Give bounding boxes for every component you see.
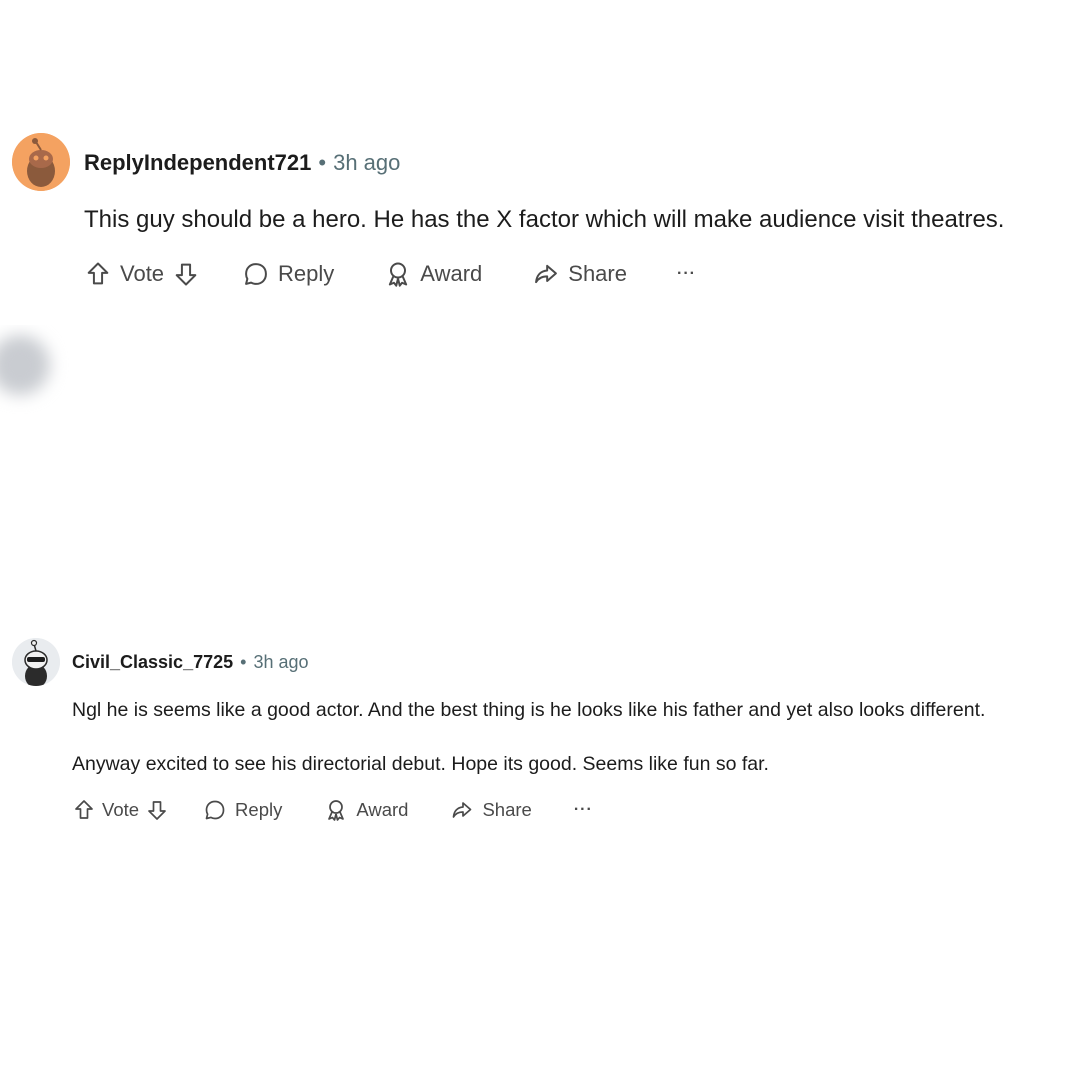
- username-link[interactable]: ReplyIndependent721: [84, 150, 311, 176]
- vote-group: Vote: [84, 260, 200, 288]
- reply-button[interactable]: Reply: [242, 260, 334, 288]
- reply-button[interactable]: Reply: [203, 798, 282, 822]
- comment-actions: Vote Reply Award Share ···: [84, 260, 696, 288]
- reply-label: Reply: [278, 261, 335, 286]
- blurred-avatar: [0, 335, 50, 395]
- more-options-button[interactable]: ···: [677, 265, 696, 283]
- more-icon: ···: [573, 801, 593, 818]
- username-link[interactable]: Civil_Classic_7725: [72, 652, 233, 673]
- vote-label: Vote: [120, 261, 165, 286]
- downvote-icon[interactable]: [172, 260, 200, 288]
- comment-meta: ReplyIndependent721 • 3h ago: [84, 150, 400, 176]
- comment-actions: Vote Reply Award Share ···: [72, 798, 593, 822]
- meta-separator: •: [240, 652, 247, 672]
- comment-1: ReplyIndependent721 • 3h ago This guy sh…: [0, 130, 1080, 310]
- comment-body: This guy should be a hero. He has the X …: [84, 206, 1005, 233]
- share-button[interactable]: Share: [532, 260, 627, 288]
- more-options-button[interactable]: ···: [574, 801, 593, 819]
- meta-separator: •: [318, 150, 327, 175]
- reply-label: Reply: [235, 799, 283, 820]
- reply-icon: [203, 798, 227, 822]
- vote-group: Vote: [72, 798, 169, 822]
- share-label: Share: [482, 799, 532, 820]
- share-icon: [450, 798, 474, 822]
- user-avatar[interactable]: [12, 638, 60, 686]
- share-icon: [532, 260, 560, 288]
- upvote-icon[interactable]: [84, 260, 112, 288]
- share-button[interactable]: Share: [450, 798, 532, 822]
- timestamp[interactable]: 3h ago: [333, 150, 400, 176]
- downvote-icon[interactable]: [145, 798, 169, 822]
- award-button[interactable]: Award: [384, 260, 482, 288]
- award-label: Award: [420, 261, 483, 286]
- comment-2: Civil_Classic_7725 • 3h ago Ngl he is se…: [0, 630, 1080, 830]
- vote-label: Vote: [102, 799, 140, 820]
- share-label: Share: [568, 261, 627, 286]
- comment-body-paragraph: Ngl he is seems like a good actor. And t…: [72, 699, 986, 721]
- timestamp[interactable]: 3h ago: [253, 652, 308, 673]
- upvote-icon[interactable]: [72, 798, 96, 822]
- comment-body-paragraph: Anyway excited to see his directorial de…: [72, 753, 769, 775]
- award-icon: [384, 260, 412, 288]
- user-avatar[interactable]: [12, 133, 70, 191]
- award-icon: [324, 798, 348, 822]
- more-icon: ···: [676, 265, 696, 282]
- award-button[interactable]: Award: [324, 798, 408, 822]
- blurred-actions-preview: [0, 858, 1080, 958]
- award-label: Award: [356, 799, 409, 820]
- comment-meta: Civil_Classic_7725 • 3h ago: [72, 652, 309, 673]
- blurred-comment-preview: [0, 325, 1080, 615]
- reply-icon: [242, 260, 270, 288]
